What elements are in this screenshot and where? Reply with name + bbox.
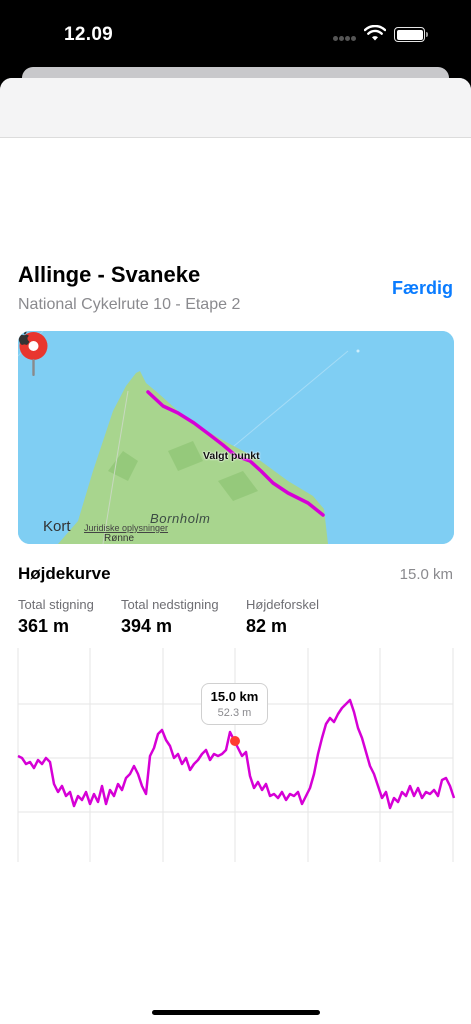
stat-label: Total nedstigning [121,597,219,612]
stat-total-ascent: Total stigning 361 m [18,597,94,637]
stat-total-descent: Total nedstigning 394 m [121,597,219,637]
elevation-distance: 15.0 km [399,566,453,583]
map-place-label: Rønne [104,533,135,544]
stat-label: Total stigning [18,597,94,612]
stat-value: 361 m [18,616,70,636]
cellular-signal-icon [333,36,357,42]
done-button[interactable]: Færdig [392,278,453,299]
legal-link[interactable]: Juridiske oplysninger [84,523,168,533]
pin-label: Valgt punkt [203,450,260,462]
tooltip-elevation: 52.3 m [217,707,252,719]
wifi-icon [364,25,386,41]
battery-icon [394,27,428,42]
status-bar: 12.09 [0,0,471,72]
status-time: 12.09 [64,24,114,45]
route-subtitle: National Cykelrute 10 - Etape 2 [18,296,241,313]
route-title: Allinge - Svaneke [18,262,201,287]
map-canvas [18,331,454,544]
elevation-title: Højdekurve [18,564,111,583]
elevation-tooltip: 15.0 km 52.3 m [201,683,268,725]
sheet-header [0,78,471,138]
stat-elevation-difference: Højdeforskel 82 m [246,597,319,637]
elevation-marker [230,736,240,746]
home-indicator[interactable] [152,1010,320,1015]
stat-label: Højdeforskel [246,597,319,612]
map-brand: Kort [43,518,71,535]
route-sheet [0,78,471,1024]
apple-logo-icon [18,331,30,345]
stat-value: 394 m [121,616,173,636]
tooltip-distance: 15.0 km [210,689,259,704]
stat-value: 82 m [246,616,288,636]
elevation-chart[interactable] [0,646,471,864]
route-map[interactable]: Valgt punkt Bornholm Rønne Kort Juridisk… [18,331,454,544]
